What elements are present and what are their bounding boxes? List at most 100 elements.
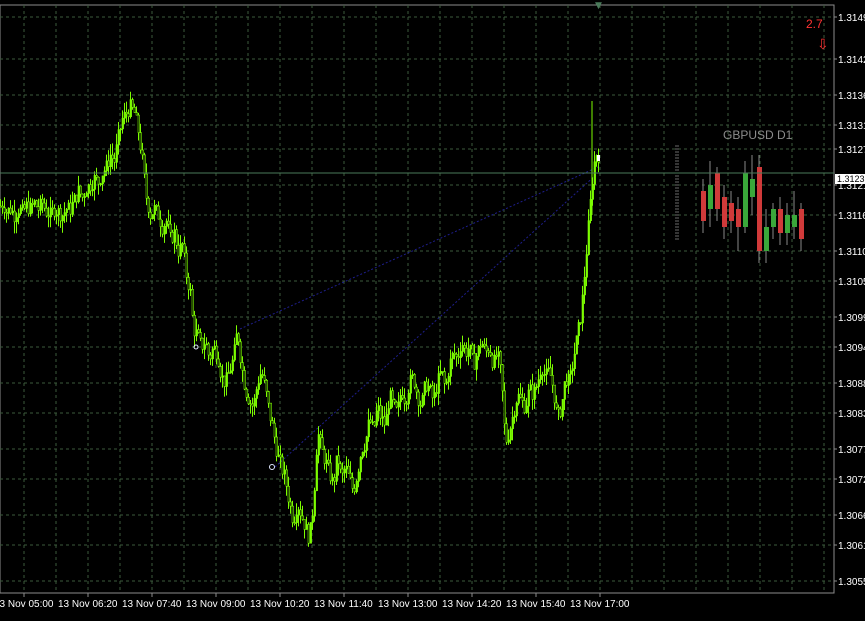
candle-body <box>483 343 486 347</box>
candle-body <box>19 207 22 214</box>
candle-body <box>317 434 320 456</box>
candle-body <box>451 352 454 360</box>
candle-body <box>573 353 576 370</box>
candle-body <box>87 184 90 194</box>
candle-body <box>177 245 180 257</box>
candle-body <box>569 370 572 375</box>
candle-body <box>379 405 382 419</box>
y-tick-label: 1.3099 <box>838 313 865 324</box>
candle-body <box>95 175 98 178</box>
candle-body <box>39 198 42 211</box>
candle-body <box>129 99 132 118</box>
candle-body <box>479 345 482 348</box>
indicator-value: 2.7 <box>806 17 823 31</box>
candle-body <box>565 381 568 386</box>
candle-body <box>213 345 216 350</box>
candle-body <box>47 215 50 218</box>
candle-body <box>455 354 458 357</box>
candle-body <box>373 421 376 426</box>
candle-body <box>285 469 288 487</box>
candle-body <box>265 379 268 392</box>
candle-body <box>287 485 290 503</box>
candle-body <box>347 465 350 474</box>
candle-body <box>205 343 208 346</box>
candle-body <box>549 367 552 376</box>
candle-body <box>543 374 546 376</box>
candle-body <box>349 472 352 478</box>
candle-body <box>417 391 420 406</box>
candle-body <box>355 481 358 493</box>
candle-body <box>533 386 536 400</box>
candle-body <box>493 354 496 368</box>
candle-body <box>319 434 322 439</box>
candle-body <box>473 353 476 370</box>
y-tick-label: 1.3149 <box>838 13 865 24</box>
x-tick-label: 13 Nov 17:00 <box>570 599 630 610</box>
candle-body <box>253 398 256 407</box>
candle-body <box>215 345 218 360</box>
candle-body <box>401 395 404 399</box>
candle-body <box>261 374 264 376</box>
mini-candle-body <box>708 185 713 209</box>
candle-body <box>525 405 528 413</box>
candle-body <box>561 399 564 417</box>
candle-body <box>501 364 504 392</box>
x-tick-label: 13 Nov 07:40 <box>122 599 182 610</box>
candle-body <box>277 454 280 457</box>
candle-body <box>65 209 68 213</box>
candle-body <box>251 403 254 407</box>
candle-body <box>337 455 340 465</box>
candle-body <box>281 456 284 475</box>
candle-body <box>353 488 356 493</box>
candle-body <box>49 207 52 218</box>
candle-body <box>581 294 584 324</box>
candle-body <box>227 372 230 374</box>
time-axis[interactable]: 13 Nov 05:00 13 Nov 06:20 13 Nov 07:40 13 N… <box>0 593 630 610</box>
candle-body <box>495 354 498 357</box>
candle-body <box>307 524 310 544</box>
candle-body <box>427 386 430 392</box>
y-tick-label: 1.3077 <box>838 445 865 456</box>
candle-body <box>25 201 28 209</box>
candle-body <box>459 351 462 358</box>
candle-body <box>73 194 76 203</box>
y-tick-label: 1.3083 <box>838 409 865 420</box>
candle-body <box>217 358 220 367</box>
candle-body <box>259 374 262 384</box>
candle-body <box>425 381 428 392</box>
current-price-label: 1.3123 <box>837 174 865 184</box>
x-tick-label: 13 Nov 06:20 <box>58 599 118 610</box>
candle-body <box>255 389 258 399</box>
candle-body <box>143 154 146 175</box>
candle-body <box>321 437 324 450</box>
candle-body <box>555 402 558 408</box>
candle-body <box>469 344 472 350</box>
candle-body <box>77 185 80 203</box>
candle-body <box>199 332 202 339</box>
candle-body <box>175 229 178 246</box>
y-tick-label: 1.3055 <box>838 577 865 588</box>
candle-body <box>461 345 464 352</box>
candle-body <box>295 514 298 523</box>
candle-body <box>505 423 508 443</box>
mini-candle-body <box>743 173 748 227</box>
candle-body <box>315 454 318 492</box>
candle-body <box>191 289 194 316</box>
price-axis[interactable]: 1.31491.31421.31361.31311.31271.31211.31… <box>834 13 865 588</box>
x-tick-label: 13 Nov 09:00 <box>186 599 246 610</box>
candle-body <box>371 421 374 424</box>
candle-body <box>511 416 514 430</box>
candle-body <box>341 468 344 474</box>
candle-body <box>141 149 144 156</box>
candle-body <box>23 204 26 209</box>
candle-body <box>243 370 246 390</box>
candle-body <box>85 193 88 197</box>
mini-candle-body <box>764 227 769 251</box>
candle-body <box>187 277 190 290</box>
candle-body <box>343 468 346 474</box>
candle-body <box>515 402 518 417</box>
candle-body <box>523 400 526 413</box>
candle-body <box>67 202 70 210</box>
candle-body <box>263 375 266 381</box>
price-chart[interactable]: 1.31491.31421.31361.31311.31271.31211.31… <box>0 0 865 621</box>
